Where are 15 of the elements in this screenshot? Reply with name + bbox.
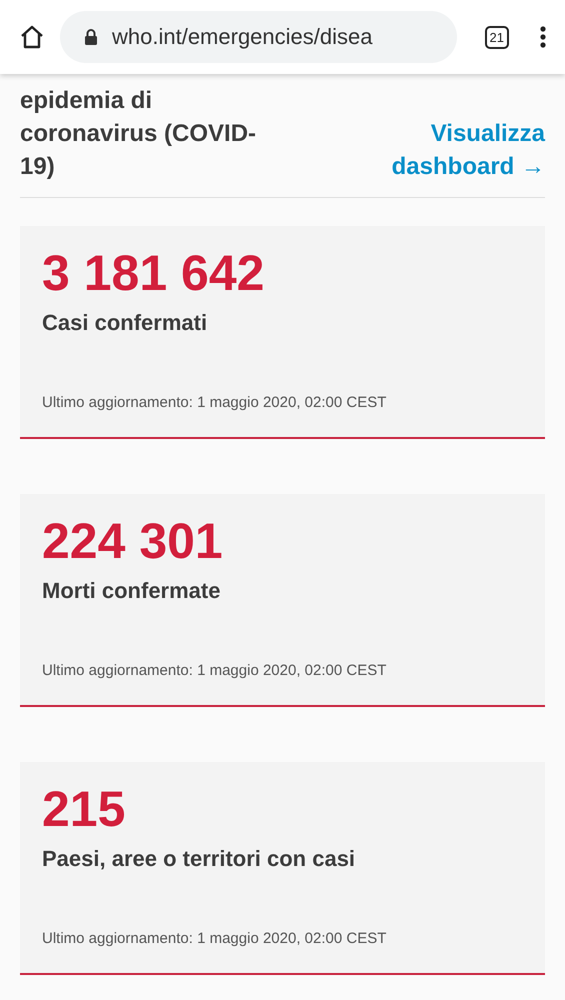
lock-icon <box>84 28 98 46</box>
stat-value: 215 <box>42 780 126 838</box>
menu-icon[interactable] <box>539 25 547 49</box>
update-time: Ultimo aggiornamento: 1 maggio 2020, 02:00 CEST <box>42 930 388 947</box>
stat-label: Morti confermate <box>42 578 222 604</box>
address-bar[interactable]: who.int/emergencies/disea <box>60 11 457 63</box>
stat-value: 224 301 <box>42 512 224 570</box>
section-heading: epidemia di coronavirus (COVID-19) <box>20 86 258 182</box>
stat-label: Paesi, aree o territori con casi <box>42 846 356 872</box>
stat-value: 3 181 642 <box>42 244 266 302</box>
url-text: who.int/emergencies/disea <box>112 24 372 50</box>
update-time: Ultimo aggiornamento: 1 maggio 2020, 02:00 CEST <box>42 394 388 411</box>
tab-count-button[interactable]: 21 <box>484 26 509 48</box>
update-time: Ultimo aggiornamento: 1 maggio 2020, 02:00 CEST <box>42 662 388 679</box>
stat-label: Casi confermati <box>42 310 208 336</box>
